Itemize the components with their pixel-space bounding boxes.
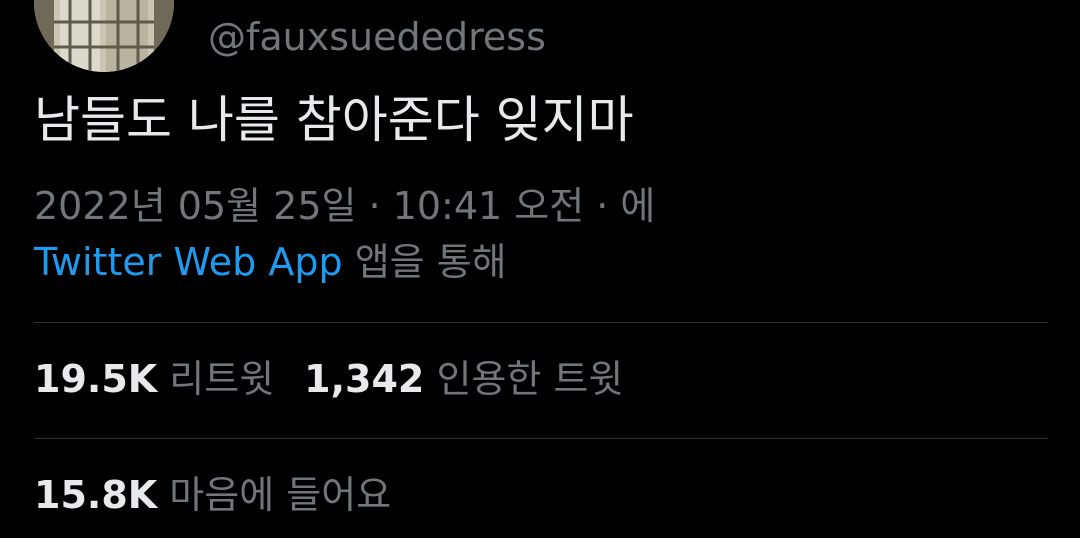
source-suffix: 앱을 통해 (342, 240, 507, 284)
engagement-row: 19.5K 리트윗 1,342 인용한 트윗 (34, 354, 623, 404)
likes-stat[interactable]: 15.8K 마음에 들어요 (34, 473, 391, 517)
profile-avatar[interactable] (34, 0, 174, 72)
likes-count: 15.8K (34, 473, 158, 517)
source-app-link[interactable]: Twitter Web App (34, 240, 343, 284)
likes-label: 마음에 들어요 (157, 473, 392, 517)
retweets-label: 리트윗 (157, 357, 275, 401)
user-handle[interactable]: @fauxsuededress (208, 14, 546, 60)
tweet-text: 남들도 나를 참아준다 잊지마 (34, 91, 634, 149)
retweets-count: 19.5K (34, 357, 158, 401)
divider-top (34, 322, 1048, 323)
tweet-timestamp[interactable]: 2022년 05월 25일 · 10:41 오전 · 에 (34, 178, 655, 234)
tweet-source: Twitter Web App 앱을 통해 (34, 234, 507, 290)
retweets-stat[interactable]: 19.5K 리트윗 (34, 357, 274, 401)
quote-tweets-count: 1,342 (304, 357, 425, 401)
quote-tweets-label: 인용한 트윗 (424, 357, 624, 401)
avatar-window-photo (34, 0, 174, 72)
divider-middle (34, 438, 1048, 439)
likes-row: 15.8K 마음에 들어요 (34, 470, 391, 520)
quote-tweets-stat[interactable]: 1,342 인용한 트윗 (304, 357, 623, 401)
